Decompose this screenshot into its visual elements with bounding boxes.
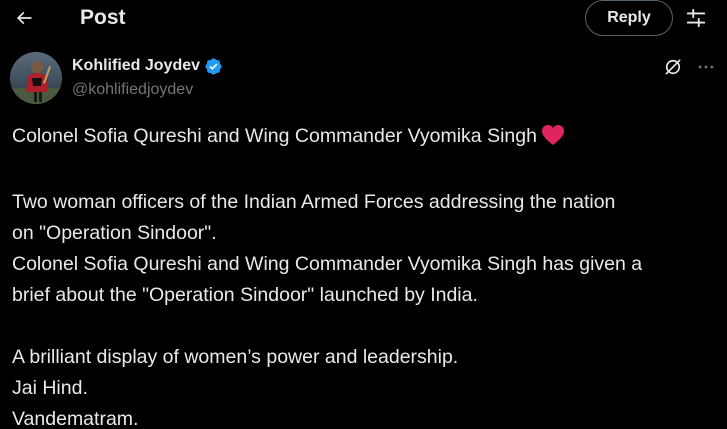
post-line: Colonel Sofia Qureshi and Wing Commander… <box>12 121 717 156</box>
header-bar: Post Reply <box>0 0 727 38</box>
post-line: brief about the "Operation Sindoor" laun… <box>12 284 478 306</box>
post-line: A brilliant display of women’s power and… <box>12 346 459 368</box>
more-options-button[interactable] <box>694 55 718 79</box>
post-line: on "Operation Sindoor". <box>12 222 217 244</box>
post-text: Colonel Sofia Qureshi and Wing Commander… <box>12 121 717 429</box>
avatar[interactable] <box>10 52 62 104</box>
reply-button[interactable]: Reply <box>585 0 673 36</box>
page-title: Post <box>80 6 126 29</box>
red-heart-emoji <box>541 124 565 156</box>
grok-button[interactable] <box>661 55 685 79</box>
post-line: Two woman officers of the Indian Armed F… <box>12 191 616 213</box>
arrow-left-icon <box>16 11 32 25</box>
post-line: Jai Hind. <box>12 377 88 399</box>
grok-icon <box>665 59 681 75</box>
avatar-image <box>10 52 62 104</box>
author-handle[interactable]: @kohlifiedjoydev <box>72 80 193 100</box>
settings-button[interactable] <box>684 6 708 30</box>
post-line: Colonel Sofia Qureshi and Wing Commander… <box>12 253 643 275</box>
verified-badge-icon <box>204 57 223 76</box>
post-line: Vandematram. <box>12 408 139 429</box>
sliders-icon <box>686 8 706 28</box>
author-name-text: Kohlified Joydev <box>72 57 201 74</box>
back-button[interactable] <box>9 3 39 33</box>
post-page: Post Reply Kohlified Joydev @kohlifiedjo… <box>0 0 727 429</box>
post-line-text: Colonel Sofia Qureshi and Wing Commander… <box>12 125 537 147</box>
author-display-name[interactable]: Kohlified Joydev <box>72 56 223 76</box>
more-horizontal-icon <box>698 65 714 69</box>
